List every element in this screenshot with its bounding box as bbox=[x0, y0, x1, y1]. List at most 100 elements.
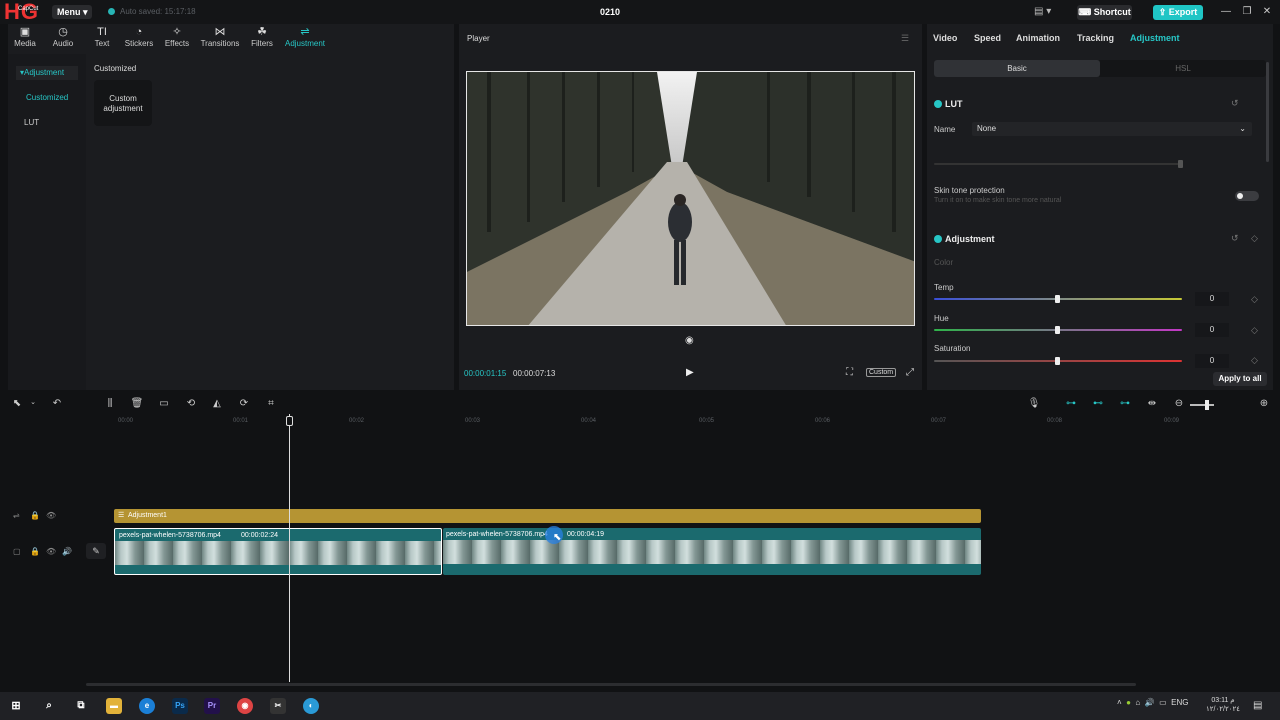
file-explorer-icon[interactable]: ▬ bbox=[106, 698, 122, 714]
hue-value[interactable]: 0 bbox=[1195, 323, 1229, 337]
volume-icon[interactable]: 🔊 bbox=[1145, 698, 1155, 707]
microphone-icon[interactable]: 🎙 bbox=[1027, 398, 1041, 409]
reset-icon[interactable]: ↺ bbox=[1231, 98, 1239, 109]
close-icon[interactable]: ✕ bbox=[1260, 6, 1274, 18]
tool-filters[interactable]: ☘ Filters bbox=[248, 26, 276, 52]
tool-audio[interactable]: ◷ Audio bbox=[48, 26, 78, 52]
battery-icon[interactable]: ▭ bbox=[1159, 698, 1167, 707]
delete-icon[interactable]: 🗑 bbox=[130, 398, 144, 409]
language-indicator[interactable]: ENG bbox=[1171, 698, 1188, 707]
player-menu-icon[interactable]: ☰ bbox=[901, 33, 909, 44]
tab-speed[interactable]: Speed bbox=[974, 33, 1001, 43]
tool-text[interactable]: TI Text bbox=[88, 26, 116, 52]
fullscreen-icon[interactable]: ⤢ bbox=[906, 367, 914, 378]
eye-icon[interactable]: 👁 bbox=[46, 511, 56, 520]
maximize-icon[interactable]: ❐ bbox=[1240, 6, 1254, 18]
crop-icon[interactable]: ⌗ bbox=[264, 398, 278, 409]
play-icon[interactable]: ▶ bbox=[686, 367, 694, 378]
zoom-out-icon[interactable]: ⊖ bbox=[1172, 398, 1186, 409]
video-clip[interactable]: pexels-pat-whelen-5738706.mp4 00:00:02:2… bbox=[114, 528, 442, 575]
reset-icon[interactable]: ↺ bbox=[1231, 233, 1239, 244]
keyframe-icon[interactable]: ◇ bbox=[1251, 325, 1258, 336]
split-view-icon[interactable]: ⇹ bbox=[1145, 398, 1159, 409]
zoom-in-icon[interactable]: ⊕ bbox=[1257, 398, 1271, 409]
link-icon[interactable]: ⊶ bbox=[1064, 398, 1078, 409]
video-preview[interactable] bbox=[466, 71, 915, 326]
minimize-icon[interactable]: — bbox=[1219, 6, 1233, 18]
video-clip[interactable]: pexels-pat-whelen-5738706.mp4 00:00:04:1… bbox=[443, 528, 981, 575]
nav-item-customized[interactable]: Customized bbox=[22, 91, 84, 105]
tab-animation[interactable]: Animation bbox=[1016, 33, 1060, 43]
premiere-icon[interactable]: Pr bbox=[204, 698, 220, 714]
lock-icon[interactable]: 🔒 bbox=[30, 511, 40, 520]
chevron-down-icon[interactable]: ⌄ bbox=[26, 398, 40, 406]
reverse-icon[interactable]: ⟲ bbox=[184, 398, 198, 409]
menu-button[interactable]: Menu ▾ bbox=[52, 5, 92, 19]
temp-knob[interactable] bbox=[1055, 295, 1060, 303]
snap-icon[interactable]: ⊷ bbox=[1091, 398, 1105, 409]
lock-icon[interactable]: 🔒 bbox=[30, 547, 40, 556]
tool-effects[interactable]: ✧ Effects bbox=[162, 26, 192, 52]
windows-start-icon[interactable]: ⊞ bbox=[8, 698, 24, 714]
lut-intensity-track[interactable] bbox=[934, 163, 1182, 165]
cover-icon[interactable]: ▢ bbox=[13, 547, 21, 556]
shortcut-button[interactable]: ⌨ Shortcut bbox=[1077, 5, 1132, 20]
select-tool-icon[interactable]: ⬉ bbox=[10, 398, 24, 409]
tab-adjustment[interactable]: Adjustment bbox=[1130, 33, 1180, 43]
mirror-icon[interactable]: ◭ bbox=[210, 398, 224, 409]
keyframe-icon[interactable]: ◇ bbox=[1251, 355, 1258, 366]
preview-axis-icon[interactable]: ⊶ bbox=[1118, 398, 1132, 409]
saturation-knob[interactable] bbox=[1055, 357, 1060, 365]
skin-tone-toggle[interactable] bbox=[1235, 191, 1259, 201]
tool-adjustment[interactable]: ⇌ Adjustment bbox=[282, 26, 328, 52]
edge-icon[interactable]: e bbox=[139, 698, 155, 714]
temp-value[interactable]: 0 bbox=[1195, 292, 1229, 306]
nav-adjustment-header[interactable]: ▾Adjustment bbox=[16, 66, 78, 80]
lut-select[interactable]: None ⌄ bbox=[972, 122, 1252, 136]
nav-item-lut[interactable]: LUT bbox=[20, 116, 82, 130]
edit-cover-icon[interactable]: ✎ bbox=[86, 543, 106, 559]
photoshop-icon[interactable]: Ps bbox=[172, 698, 188, 714]
chrome-icon[interactable]: ◉ bbox=[237, 698, 253, 714]
timeline-scrollbar[interactable] bbox=[86, 683, 1136, 686]
undo-icon[interactable]: ↶ bbox=[50, 398, 64, 409]
audio-icon[interactable]: 🔊 bbox=[62, 547, 72, 556]
lut-intensity-knob[interactable] bbox=[1178, 160, 1183, 168]
track-adjust-icon[interactable]: ⇌ bbox=[13, 511, 20, 520]
tool-media[interactable]: ▣ Media bbox=[10, 26, 40, 52]
rotate-icon[interactable]: ⟳ bbox=[237, 398, 251, 409]
playhead[interactable] bbox=[289, 414, 290, 682]
keyframe-icon[interactable]: ◇ bbox=[1251, 233, 1258, 244]
ratio-button[interactable]: Custom bbox=[866, 368, 897, 377]
task-view-icon[interactable]: ⧉ bbox=[73, 698, 89, 714]
search-icon[interactable]: ⌕ bbox=[41, 698, 57, 714]
tray-app-icon[interactable]: ● bbox=[1126, 698, 1131, 707]
tool-stickers[interactable]: ◔ Stickers bbox=[122, 26, 156, 52]
hue-knob[interactable] bbox=[1055, 326, 1060, 334]
network-icon[interactable]: ⌂ bbox=[1135, 698, 1140, 707]
segment-hsl[interactable]: HSL bbox=[1100, 60, 1266, 77]
export-button[interactable]: ⇪ Export bbox=[1153, 5, 1203, 20]
tab-tracking[interactable]: Tracking bbox=[1077, 33, 1114, 43]
app-icon[interactable]: ◐ bbox=[303, 698, 319, 714]
playhead-handle[interactable] bbox=[286, 416, 293, 426]
snapshot-icon[interactable]: ◉ bbox=[685, 335, 694, 346]
tab-video[interactable]: Video bbox=[933, 33, 957, 43]
adjustment-clip[interactable]: ☰ Adjustment1 bbox=[114, 509, 981, 523]
lut-section-title[interactable]: LUT bbox=[934, 99, 963, 109]
keyframe-icon[interactable]: ◇ bbox=[1251, 294, 1258, 305]
segment-basic[interactable]: Basic bbox=[934, 60, 1100, 77]
split-icon[interactable]: ⫼ bbox=[103, 398, 117, 409]
chevron-up-icon[interactable]: ˄ bbox=[1117, 698, 1122, 707]
apply-to-all-button[interactable]: Apply to all bbox=[1213, 372, 1267, 386]
inspector-scrollbar[interactable] bbox=[1266, 62, 1269, 162]
zoom-knob[interactable] bbox=[1205, 400, 1209, 410]
eye-icon[interactable]: 👁 bbox=[46, 547, 56, 556]
zoom-slider[interactable] bbox=[1190, 404, 1214, 406]
clock[interactable]: 03:11 م ١٢/٠٢/٢٠٢٤ bbox=[1205, 696, 1241, 714]
layout-icon[interactable]: ▤ ▾ bbox=[1034, 6, 1056, 18]
custom-adjustment-card[interactable]: Custom adjustment bbox=[94, 80, 152, 126]
adjustment-section-title[interactable]: Adjustment bbox=[934, 234, 995, 244]
saturation-value[interactable]: 0 bbox=[1195, 354, 1229, 368]
notification-icon[interactable]: ▤ bbox=[1253, 700, 1262, 711]
